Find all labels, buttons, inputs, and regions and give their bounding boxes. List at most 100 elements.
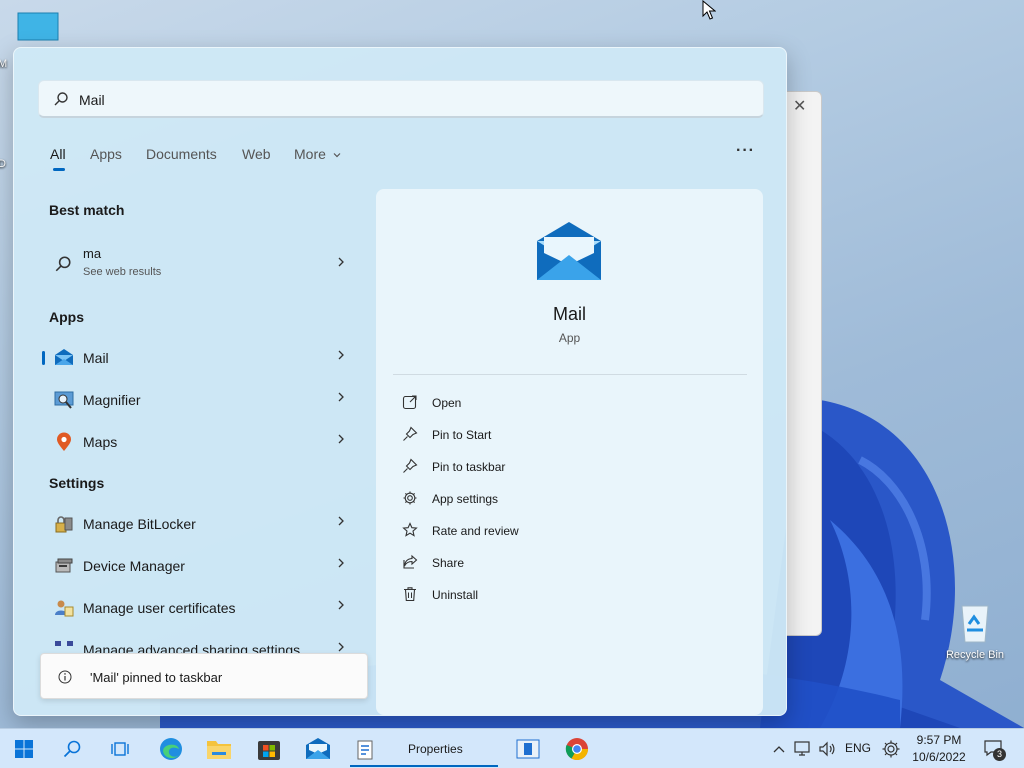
action-label: Pin to taskbar	[432, 460, 506, 474]
app-kind: App	[558, 331, 581, 345]
microsoft-store-icon[interactable]	[257, 737, 281, 761]
monitor-icon	[17, 12, 59, 41]
desktop-icon-label-m: M	[0, 58, 8, 70]
gear-icon	[403, 491, 417, 505]
action-label: Pin to Start	[432, 428, 492, 442]
app-result-mail[interactable]: Mail	[42, 339, 362, 377]
setting-name: Manage BitLocker	[83, 516, 196, 532]
more-options-icon[interactable]: ···	[736, 142, 755, 160]
maps-pin-icon	[57, 432, 71, 451]
search-icon	[55, 256, 71, 272]
chevron-right-icon	[338, 600, 344, 610]
action-share[interactable]: Share	[402, 551, 702, 575]
window-app-icon[interactable]	[516, 738, 540, 760]
gear-icon[interactable]	[881, 739, 901, 759]
action-pin-to-taskbar[interactable]: Pin to taskbar	[402, 455, 702, 479]
certificates-icon	[55, 600, 74, 617]
chevron-down-icon	[333, 153, 341, 158]
chevron-right-icon	[338, 257, 344, 267]
task-view-icon[interactable]	[110, 739, 130, 759]
search-input[interactable]: Mail	[79, 92, 105, 108]
action-uninstall[interactable]: Uninstall	[402, 583, 702, 607]
clock-date: 10/6/2022	[912, 750, 966, 764]
mail-icon	[537, 222, 601, 280]
edge-icon[interactable]	[159, 737, 183, 761]
tab-apps[interactable]: Apps	[90, 146, 122, 162]
app-result-magnifier[interactable]: Magnifier	[42, 381, 362, 419]
tab-more[interactable]: More	[294, 146, 342, 162]
web-search-result[interactable]: ma See web results	[42, 240, 362, 286]
mail-icon	[55, 349, 73, 365]
start-windows-icon[interactable]	[14, 740, 34, 758]
bitlocker-icon	[55, 516, 73, 533]
volume-icon[interactable]	[818, 740, 836, 758]
chevron-up-icon[interactable]	[772, 743, 786, 755]
notification-center[interactable]: 3	[983, 738, 1006, 761]
web-result-query: ma	[83, 246, 102, 261]
star-icon	[402, 522, 418, 537]
chevron-right-icon	[338, 392, 344, 402]
desktop-icon-label-d: D	[0, 158, 6, 170]
chevron-right-icon	[338, 642, 344, 652]
clock[interactable]: 9:57 PM 10/6/2022	[906, 732, 972, 766]
setting-result-bitlocker[interactable]: Manage BitLocker	[42, 505, 362, 543]
action-pin-to-start[interactable]: Pin to Start	[402, 423, 702, 447]
language-indicator[interactable]: ENG	[845, 741, 871, 755]
toast-message: 'Mail' pinned to taskbar	[90, 670, 223, 685]
action-label: Uninstall	[432, 588, 479, 602]
tab-all[interactable]: All	[50, 146, 66, 171]
mail-icon[interactable]	[305, 737, 331, 761]
action-rate-and-review[interactable]: Rate and review	[402, 519, 702, 543]
app-title: Mail	[552, 304, 586, 324]
pin-icon	[403, 458, 418, 473]
action-label: Rate and review	[432, 524, 519, 538]
web-result-subtitle: See web results	[83, 266, 162, 278]
best-match-title: Best match	[49, 202, 125, 218]
action-label: Share	[432, 556, 465, 570]
background-window[interactable]: ✕	[786, 91, 822, 636]
pin-icon	[403, 426, 418, 441]
app-name: Magnifier	[83, 392, 141, 408]
tab-web[interactable]: Web	[242, 146, 271, 162]
close-icon[interactable]: ✕	[793, 96, 806, 116]
apps-section-title: Apps	[49, 309, 84, 325]
action-open[interactable]: Open	[402, 391, 702, 415]
cursor-icon	[702, 0, 716, 20]
device-manager-icon	[55, 558, 73, 573]
setting-result-device-manager[interactable]: Device Manager	[42, 547, 362, 585]
setting-name: Device Manager	[83, 558, 185, 574]
settings-section-title: Settings	[49, 475, 105, 491]
tab-documents[interactable]: Documents	[146, 146, 217, 162]
active-app-indicator	[350, 765, 498, 767]
magnifier-icon	[54, 391, 74, 409]
desktop-icon-monitor[interactable]	[10, 12, 66, 47]
action-app-settings[interactable]: App settings	[402, 487, 702, 511]
notification-badge: 3	[993, 748, 1006, 761]
action-label: App settings	[432, 492, 499, 506]
chevron-right-icon	[338, 350, 344, 360]
taskbar-app-properties[interactable]: Properties	[350, 733, 498, 767]
setting-result-user-certificates[interactable]: Manage user certificates	[42, 589, 362, 627]
divider	[393, 374, 747, 375]
chevron-right-icon	[338, 516, 344, 526]
clock-time: 9:57 PM	[916, 733, 962, 747]
chevron-right-icon	[338, 434, 344, 444]
recycle-bin-icon	[961, 605, 989, 643]
share-icon	[403, 554, 418, 569]
selection-indicator	[42, 351, 45, 365]
chevron-right-icon	[338, 558, 344, 568]
app-details-card: Mail App Open Pin to Start Pin to taskba…	[376, 189, 763, 715]
taskbar-app-label: Properties	[408, 742, 463, 756]
desktop-icon-recycle-bin[interactable]: Recycle Bin	[944, 600, 1006, 661]
search-box[interactable]: Mail	[38, 80, 764, 118]
chrome-icon[interactable]	[565, 737, 589, 761]
app-result-maps[interactable]: Maps	[42, 423, 362, 461]
app-name: Mail	[83, 350, 109, 366]
file-explorer-icon[interactable]	[206, 737, 232, 761]
network-icon[interactable]	[794, 740, 812, 758]
pinned-toast: 'Mail' pinned to taskbar	[40, 653, 368, 699]
search-icon[interactable]	[62, 739, 82, 759]
recycle-bin-label: Recycle Bin	[945, 649, 1005, 661]
open-icon	[402, 395, 417, 410]
app-name: Maps	[83, 434, 118, 450]
